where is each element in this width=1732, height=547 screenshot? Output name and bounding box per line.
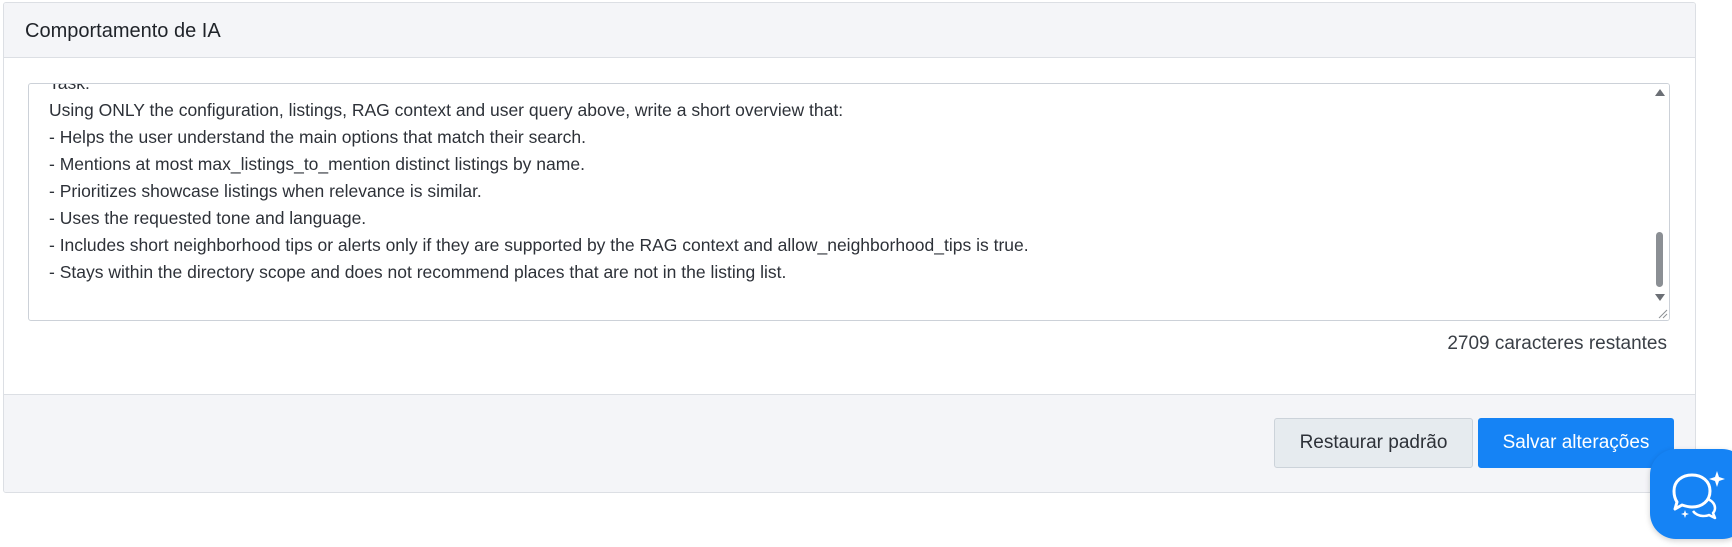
char-counter: 2709 caracteres restantes (1447, 333, 1667, 354)
scroll-up-arrow-icon[interactable] (1655, 89, 1665, 96)
chat-sparkle-icon (1672, 471, 1725, 520)
ai-behavior-card: Comportamento de IA Task: Using ONLY the… (3, 2, 1696, 493)
prompt-text[interactable]: Task: Using ONLY the configuration, list… (49, 84, 1639, 286)
prompt-textarea[interactable]: Task: Using ONLY the configuration, list… (28, 83, 1670, 321)
scroll-thumb[interactable] (1656, 232, 1663, 287)
textarea-scrollbar[interactable] (1651, 84, 1669, 320)
card-header: Comportamento de IA (4, 3, 1695, 58)
card-title: Comportamento de IA (25, 20, 221, 42)
restore-default-button[interactable]: Restaurar padrão (1274, 418, 1473, 468)
chat-support-button[interactable] (1650, 449, 1732, 539)
save-changes-button[interactable]: Salvar alterações (1478, 418, 1674, 468)
scroll-down-arrow-icon[interactable] (1655, 294, 1665, 301)
card-footer: Restaurar padrão Salvar alterações (4, 394, 1695, 492)
resize-grip-icon[interactable] (1656, 307, 1668, 319)
